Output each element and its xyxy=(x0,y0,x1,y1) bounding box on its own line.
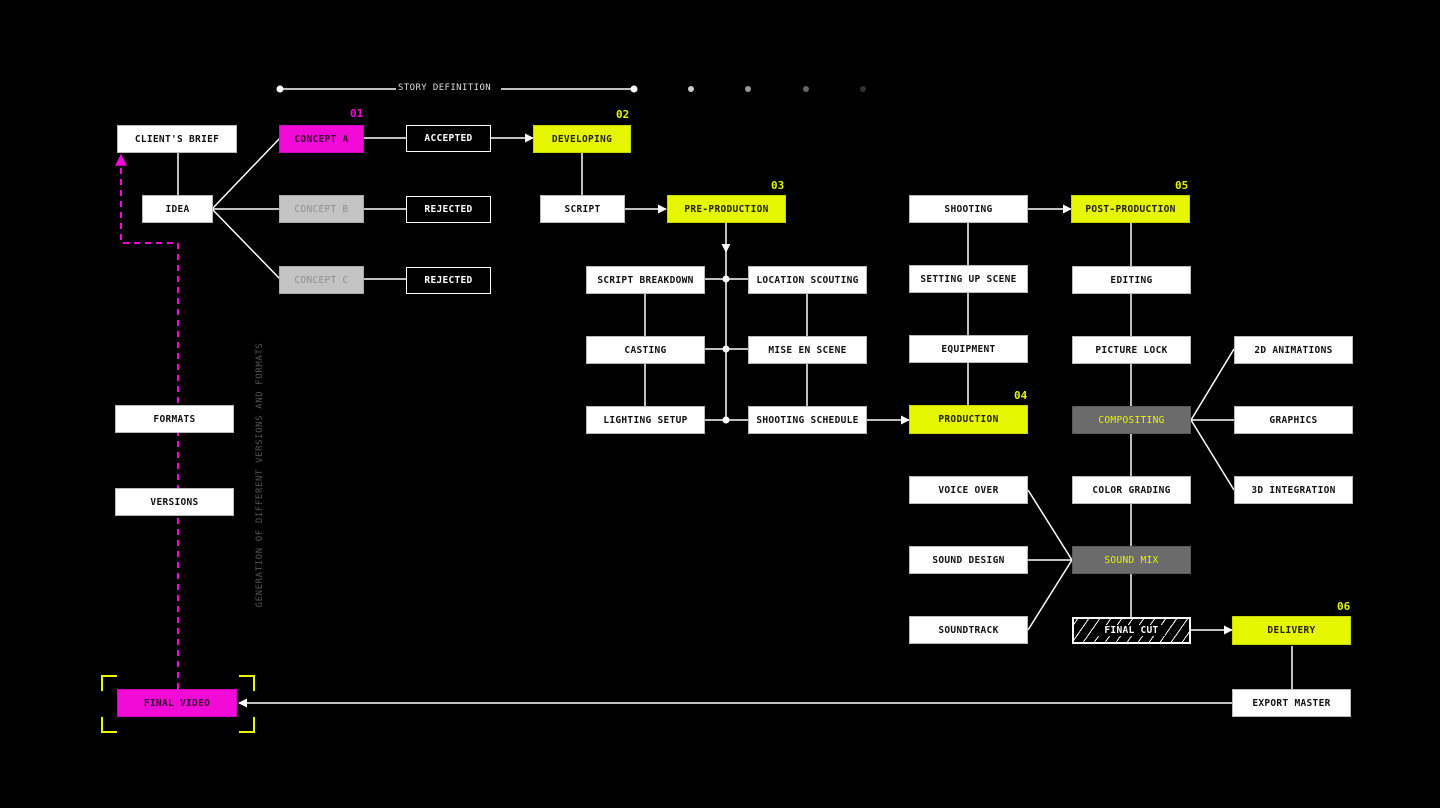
node-compositing[interactable]: COMPOSITING xyxy=(1072,406,1191,434)
node-editing[interactable]: EDITING xyxy=(1072,266,1191,294)
node-final-cut[interactable]: FINAL CUT xyxy=(1072,617,1191,644)
timeline-label: STORY DEFINITION xyxy=(398,83,492,93)
node-accepted[interactable]: ACCEPTED xyxy=(406,125,491,152)
node-production[interactable]: PRODUCTION xyxy=(909,405,1028,434)
node-mise-en-scene[interactable]: MISE EN SCENE xyxy=(748,336,867,364)
node-developing[interactable]: DEVELOPING xyxy=(533,125,631,153)
junction-dot xyxy=(722,345,730,353)
node-post-production[interactable]: POST-PRODUCTION xyxy=(1071,195,1190,223)
node-shooting-schedule[interactable]: SHOOTING SCHEDULE xyxy=(748,406,867,434)
connector-layer xyxy=(115,85,1293,708)
node-idea[interactable]: IDEA xyxy=(142,195,213,223)
node-color-grading[interactable]: COLOR GRADING xyxy=(1072,476,1191,504)
junction-dot xyxy=(722,416,730,424)
node-sound-design[interactable]: SOUND DESIGN xyxy=(909,546,1028,574)
focus-corner-top-left xyxy=(101,675,117,691)
node-export-master[interactable]: EXPORT MASTER xyxy=(1232,689,1351,717)
stage-number-01: 01 xyxy=(350,107,364,120)
node-setting-up-scene[interactable]: SETTING UP SCENE xyxy=(909,265,1028,293)
node-clients-brief[interactable]: CLIENT'S BRIEF xyxy=(117,125,237,153)
stage-number-04: 04 xyxy=(1014,389,1028,402)
node-rejected-c[interactable]: REJECTED xyxy=(406,267,491,294)
timeline-step-4 xyxy=(803,86,809,92)
node-voice-over[interactable]: VOICE OVER xyxy=(909,476,1028,504)
focus-corner-bottom-left xyxy=(101,717,117,733)
stage-number-02: 02 xyxy=(616,108,630,121)
node-casting[interactable]: CASTING xyxy=(586,336,705,364)
node-rejected-b[interactable]: REJECTED xyxy=(406,196,491,223)
node-soundtrack[interactable]: SOUNDTRACK xyxy=(909,616,1028,644)
timeline-step-3 xyxy=(745,86,751,92)
focus-corner-top-right xyxy=(239,675,255,691)
node-equipment[interactable]: EQUIPMENT xyxy=(909,335,1028,363)
timeline-step-1-start xyxy=(276,85,284,93)
node-formats[interactable]: FORMATS xyxy=(115,405,234,433)
node-final-cut-label: FINAL CUT xyxy=(1098,625,1165,636)
timeline-step-5 xyxy=(860,86,866,92)
node-location-scouting[interactable]: LOCATION SCOUTING xyxy=(748,266,867,294)
node-concept-b[interactable]: CONCEPT B xyxy=(279,195,364,223)
node-pre-production[interactable]: PRE-PRODUCTION xyxy=(667,195,786,223)
node-concept-c[interactable]: CONCEPT C xyxy=(279,266,364,294)
junction-dot xyxy=(722,275,730,283)
node-versions[interactable]: VERSIONS xyxy=(115,488,234,516)
node-final-video[interactable]: FINAL VIDEO xyxy=(117,689,237,717)
node-3d-integration[interactable]: 3D INTEGRATION xyxy=(1234,476,1353,504)
node-concept-a[interactable]: CONCEPT A xyxy=(279,125,364,153)
versions-formats-note: GENERATION OF DIFFERENT VERSIONS AND FOR… xyxy=(255,342,265,608)
node-2d-animations[interactable]: 2D ANIMATIONS xyxy=(1234,336,1353,364)
stage-number-05: 05 xyxy=(1175,179,1189,192)
stage-number-06: 06 xyxy=(1337,600,1351,613)
focus-corner-bottom-right xyxy=(239,717,255,733)
timeline-step-1-end xyxy=(630,85,638,93)
timeline-step-2 xyxy=(688,86,694,92)
node-sound-mix[interactable]: SOUND MIX xyxy=(1072,546,1191,574)
node-script-breakdown[interactable]: SCRIPT BREAKDOWN xyxy=(586,266,705,294)
node-shooting[interactable]: SHOOTING xyxy=(909,195,1028,223)
node-graphics[interactable]: GRAPHICS xyxy=(1234,406,1353,434)
timeline xyxy=(276,85,866,93)
node-delivery[interactable]: DELIVERY xyxy=(1232,616,1351,645)
node-script[interactable]: SCRIPT xyxy=(540,195,625,223)
stage-number-03: 03 xyxy=(771,179,785,192)
node-lighting-setup[interactable]: LIGHTING SETUP xyxy=(586,406,705,434)
node-picture-lock[interactable]: PICTURE LOCK xyxy=(1072,336,1191,364)
